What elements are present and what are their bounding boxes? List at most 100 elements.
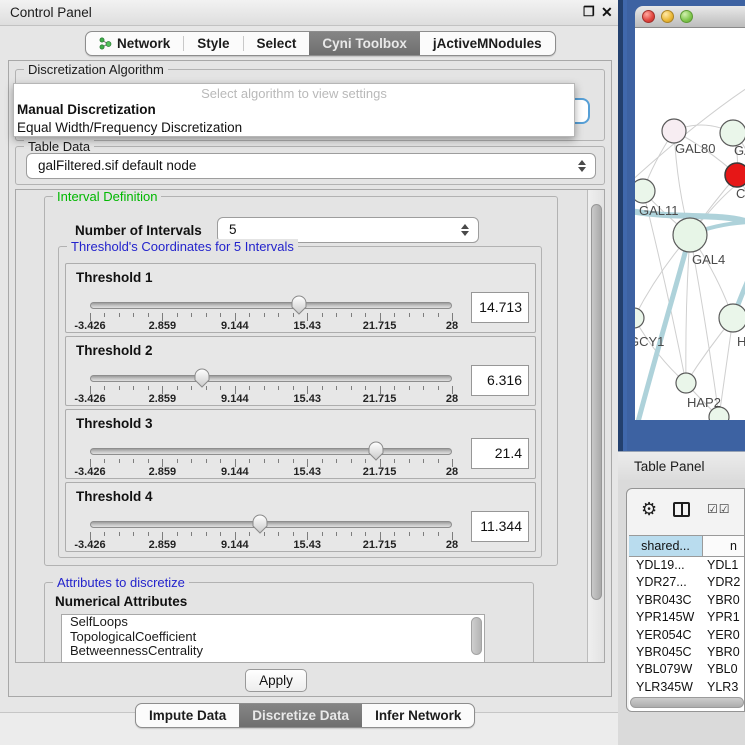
table-row[interactable]: YBR045CYBR0 — [629, 644, 745, 661]
tab-style[interactable]: Style — [184, 32, 242, 55]
algorithm-option-equal-width[interactable]: Equal Width/Frequency Discretization — [14, 119, 574, 137]
close-traffic-light[interactable] — [642, 10, 655, 23]
checkboxes-icon[interactable]: ☑☑ — [707, 502, 731, 516]
network-node-gal80[interactable] — [662, 119, 686, 143]
slider-track[interactable] — [90, 521, 452, 528]
column-header-shared-name[interactable]: shared... — [629, 536, 703, 556]
table-panel-area: ⚙ ☑☑ shared... n YDL19...YDL1YDR27...YDR… — [618, 480, 745, 745]
network-node-label: GAL4 — [692, 252, 725, 267]
gear-icon[interactable]: ⚙ — [641, 499, 657, 520]
tab-discretize-data[interactable]: Discretize Data — [239, 704, 362, 727]
node-table-window: ⚙ ☑☑ shared... n YDL19...YDL1YDR27...YDR… — [626, 488, 745, 712]
network-node-gcy1[interactable] — [635, 308, 644, 328]
slider-tick-labels: -3.4262.8599.14415.4321.71528 — [90, 393, 452, 404]
slider-thumb[interactable] — [368, 441, 384, 461]
table-row[interactable]: YDL19...YDL1 — [629, 557, 745, 574]
table-data-group: Table Data galFiltered.sif default node — [15, 146, 605, 185]
table-row[interactable]: YBL079WYBL0 — [629, 661, 745, 678]
threshold-box-2: Threshold 2 -3.4262.8599.14415.4321.71528… — [65, 336, 536, 406]
cell-name: YBR0 — [703, 592, 745, 609]
slider-thumb[interactable] — [252, 514, 268, 534]
threshold-value-field[interactable]: 14.713 — [471, 292, 529, 323]
table-horizontal-scrollbar[interactable] — [630, 697, 744, 709]
cell-shared-name: YBR045C — [629, 644, 703, 661]
network-edge[interactable] — [635, 318, 686, 383]
zoom-traffic-light[interactable] — [680, 10, 693, 23]
threshold-coordinates-group-title: Threshold's Coordinates for 5 Intervals — [67, 239, 298, 254]
numerical-attributes-listbox[interactable]: SelfLoopsTopologicalCoefficientBetweenne… — [61, 614, 485, 663]
control-panel-title: Control Panel — [10, 5, 92, 20]
interval-definition-group-title: Interval Definition — [53, 189, 161, 204]
list-scrollbar-thumb[interactable] — [471, 617, 482, 655]
network-node-label: HAP2 — [687, 395, 721, 410]
attribute-list-item[interactable]: TopologicalCoefficient — [62, 630, 484, 645]
network-node-hap2[interactable] — [676, 373, 696, 393]
float-window-icon[interactable]: ❐ — [583, 4, 595, 20]
network-node-c[interactable] — [725, 163, 745, 187]
attributes-group-title: Attributes to discretize — [53, 575, 189, 590]
network-view-window: GAL80GACGAL11GAL4GCY1HHAP2 — [618, 0, 745, 451]
tab-impute-data[interactable]: Impute Data — [136, 704, 239, 727]
table-data-selected-value: galFiltered.sif default node — [38, 158, 196, 173]
scrollbar-thumb[interactable] — [591, 204, 602, 600]
screenshot-stage: Control Panel ❐ ✕ Network Style — [0, 0, 745, 745]
network-node-gal4[interactable] — [673, 218, 707, 252]
tab-jactivemnodules[interactable]: jActiveMNodules — [420, 32, 555, 55]
node-table: shared... n YDL19...YDL1YDR27...YDR2YBR0… — [629, 535, 745, 712]
tab-network[interactable]: Network — [86, 32, 183, 55]
control-panel-tabbar: Network Style Select Cyni Toolbox jActiv… — [85, 31, 556, 56]
table-header-row: shared... n — [629, 535, 745, 557]
number-of-intervals-label: Number of Intervals — [75, 223, 202, 238]
table-data-group-title: Table Data — [24, 139, 94, 154]
cell-name: YBL0 — [703, 661, 745, 678]
network-node-gal11[interactable] — [635, 179, 655, 203]
slider-thumb[interactable] — [194, 368, 210, 388]
interval-definition-group: Interval Definition Number of Intervals … — [44, 196, 558, 566]
column-header-name[interactable]: n — [703, 536, 745, 556]
attribute-list-item[interactable]: SelfLoops — [62, 615, 484, 630]
threshold-value-field[interactable]: 21.4 — [471, 438, 529, 469]
cell-name: YBR0 — [703, 644, 745, 661]
slider-track[interactable] — [90, 375, 452, 382]
table-panel-title: Table Panel — [634, 459, 705, 474]
attribute-list-item[interactable]: BetweennessCentrality — [62, 644, 484, 659]
slider-thumb[interactable] — [291, 295, 307, 315]
close-window-icon[interactable]: ✕ — [601, 4, 613, 21]
table-row[interactable]: YLR345WYLR3 — [629, 679, 745, 696]
combo-spinner-icon — [578, 160, 586, 172]
network-canvas[interactable]: GAL80GACGAL11GAL4GCY1HHAP2 — [635, 28, 745, 420]
cell-shared-name: YLR345W — [629, 679, 703, 696]
threshold-value-field[interactable]: 11.344 — [471, 511, 529, 542]
tab-network-label: Network — [117, 36, 170, 51]
table-rows: YDL19...YDL1YDR27...YDR2YBR043CYBR0YPR14… — [629, 557, 745, 712]
cell-name: YDL1 — [703, 557, 745, 574]
apply-button[interactable]: Apply — [245, 669, 307, 692]
threshold-value-field[interactable]: 6.316 — [471, 365, 529, 396]
columns-icon[interactable] — [673, 502, 690, 517]
table-row[interactable]: YPR145WYPR1 — [629, 609, 745, 626]
minimize-traffic-light[interactable] — [661, 10, 674, 23]
slider-tick-labels: -3.4262.8599.14415.4321.71528 — [90, 320, 452, 331]
threshold-label: Threshold 2 — [76, 343, 153, 358]
slider-track[interactable] — [90, 448, 452, 455]
network-node-h[interactable] — [719, 304, 745, 332]
slider-track[interactable] — [90, 302, 452, 309]
settings-vertical-scrollbar[interactable] — [587, 190, 604, 662]
algorithm-option-manual[interactable]: Manual Discretization — [14, 101, 574, 119]
cell-shared-name: YDL19... — [629, 557, 703, 574]
scrollbar-thumb[interactable] — [630, 697, 744, 708]
tab-infer-network[interactable]: Infer Network — [362, 704, 474, 727]
table-row[interactable]: YBR043CYBR0 — [629, 592, 745, 609]
tab-cyni-toolbox[interactable]: Cyni Toolbox — [309, 32, 420, 55]
table-toolbar: ⚙ ☑☑ — [627, 489, 745, 534]
network-node-label: GAL11 — [639, 203, 679, 218]
algorithm-placeholder-option[interactable]: Select algorithm to view settings — [14, 84, 574, 101]
table-data-combobox[interactable]: galFiltered.sif default node — [26, 153, 596, 179]
tab-select[interactable]: Select — [244, 32, 310, 55]
table-row[interactable]: YER054CYER0 — [629, 627, 745, 644]
network-node-label: GAL80 — [675, 141, 715, 156]
table-row[interactable]: YDR27...YDR2 — [629, 574, 745, 591]
network-edge[interactable] — [643, 191, 686, 383]
threshold-box-3: Threshold 3-3.4262.8599.14415.4321.71528… — [65, 409, 536, 479]
control-panel-window: Control Panel ❐ ✕ Network Style — [0, 0, 618, 745]
